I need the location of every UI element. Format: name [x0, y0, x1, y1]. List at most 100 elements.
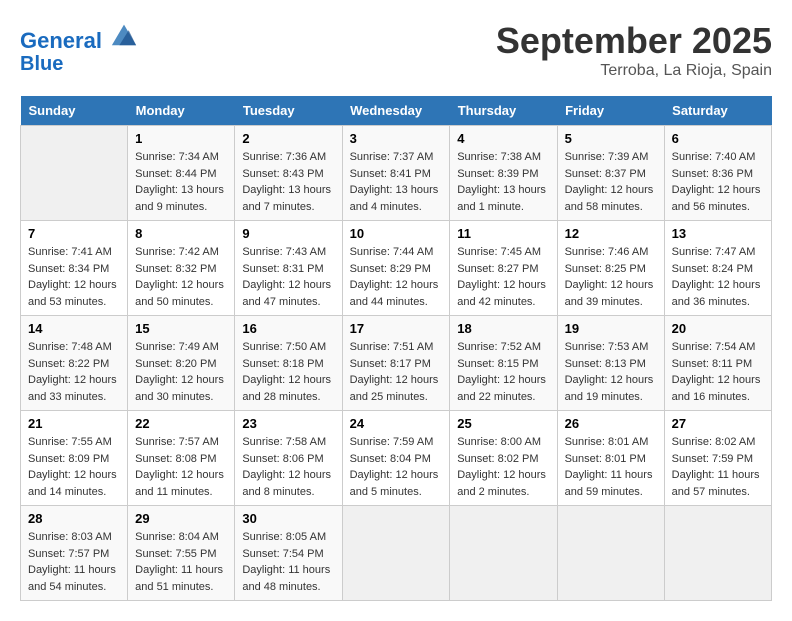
day-number: 27 — [672, 416, 764, 431]
day-info: Sunrise: 8:05 AM Sunset: 7:54 PM Dayligh… — [242, 529, 334, 595]
day-info: Sunrise: 7:51 AM Sunset: 8:17 PM Dayligh… — [350, 339, 443, 405]
day-info: Sunrise: 7:57 AM Sunset: 8:08 PM Dayligh… — [135, 434, 227, 500]
location: Terroba, La Rioja, Spain — [496, 62, 772, 80]
weekday-header-row: SundayMondayTuesdayWednesdayThursdayFrid… — [21, 96, 772, 126]
day-info: Sunrise: 8:03 AM Sunset: 7:57 PM Dayligh… — [28, 529, 120, 595]
calendar-cell: 5Sunrise: 7:39 AM Sunset: 8:37 PM Daylig… — [557, 126, 664, 221]
weekday-header-friday: Friday — [557, 96, 664, 126]
calendar-cell: 12 Sunrise: 7:46 AM Sunset: 8:25 PM Dayli… — [557, 221, 664, 316]
day-info: Sunrise: 7:47 AM Sunset: 8:24 PM Dayligh… — [672, 244, 764, 310]
page-header: General Blue September 2025 Terroba, La … — [20, 20, 772, 80]
day-number: 29 — [135, 511, 227, 526]
calendar-cell — [450, 506, 557, 601]
day-info: Sunrise: 7:36 AM Sunset: 8:43 PM Dayligh… — [242, 149, 334, 215]
day-info: Sunrise: 7:43 AM Sunset: 8:31 PM Dayligh… — [242, 244, 334, 310]
day-number: 18 — [457, 321, 549, 336]
day-info: Sunrise: 7:48 AM Sunset: 8:22 PM Dayligh… — [28, 339, 120, 405]
calendar-cell: 29 Sunrise: 8:04 AM Sunset: 7:55 PM Dayli… — [128, 506, 235, 601]
calendar-cell: 2 Sunrise: 7:36 AM Sunset: 8:43 PM Daylig… — [235, 126, 342, 221]
day-number: 25 — [457, 416, 549, 431]
logo-text: General — [20, 20, 138, 53]
day-number: 16 — [242, 321, 334, 336]
calendar-cell: 3 Sunrise: 7:37 AM Sunset: 8:41 PM Daylig… — [342, 126, 450, 221]
day-number: 23 — [242, 416, 334, 431]
day-number: 1 — [135, 131, 227, 146]
calendar-cell: 4 Sunrise: 7:38 AM Sunset: 8:39 PM Daylig… — [450, 126, 557, 221]
weekday-header-tuesday: Tuesday — [235, 96, 342, 126]
day-number: 22 — [135, 416, 227, 431]
calendar-cell — [557, 506, 664, 601]
calendar-cell: 23 Sunrise: 7:58 AM Sunset: 8:06 PM Dayli… — [235, 411, 342, 506]
calendar-cell: 21 Sunrise: 7:55 AM Sunset: 8:09 PM Dayli… — [21, 411, 128, 506]
day-info: Sunrise: 7:37 AM Sunset: 8:41 PM Dayligh… — [350, 149, 443, 215]
week-row-3: 14 Sunrise: 7:48 AM Sunset: 8:22 PM Dayli… — [21, 316, 772, 411]
day-info: Sunrise: 7:34 AM Sunset: 8:44 PM Dayligh… — [135, 149, 227, 215]
day-number: 14 — [28, 321, 120, 336]
logo: General Blue — [20, 20, 138, 75]
day-info: Sunrise: 7:55 AM Sunset: 8:09 PM Dayligh… — [28, 434, 120, 500]
day-info: Sunrise: 8:01 AM Sunset: 8:01 PM Dayligh… — [565, 434, 657, 500]
day-number: 10 — [350, 226, 443, 241]
day-number: 20 — [672, 321, 764, 336]
calendar-cell: 25 Sunrise: 8:00 AM Sunset: 8:02 PM Dayli… — [450, 411, 557, 506]
day-number: 19 — [565, 321, 657, 336]
day-info: Sunrise: 7:50 AM Sunset: 8:18 PM Dayligh… — [242, 339, 334, 405]
calendar-cell: 10 Sunrise: 7:44 AM Sunset: 8:29 PM Dayli… — [342, 221, 450, 316]
day-number: 13 — [672, 226, 764, 241]
weekday-header-monday: Monday — [128, 96, 235, 126]
weekday-header-thursday: Thursday — [450, 96, 557, 126]
calendar-cell: 7 Sunrise: 7:41 AM Sunset: 8:34 PM Daylig… — [21, 221, 128, 316]
day-number: 12 — [565, 226, 657, 241]
day-info: Sunrise: 7:54 AM Sunset: 8:11 PM Dayligh… — [672, 339, 764, 405]
calendar-cell: 20 Sunrise: 7:54 AM Sunset: 8:11 PM Dayli… — [664, 316, 771, 411]
calendar-cell: 28Sunrise: 8:03 AM Sunset: 7:57 PM Dayli… — [21, 506, 128, 601]
logo-subtext: Blue — [20, 53, 138, 75]
calendar-cell — [664, 506, 771, 601]
calendar-cell: 14 Sunrise: 7:48 AM Sunset: 8:22 PM Dayli… — [21, 316, 128, 411]
day-info: Sunrise: 7:41 AM Sunset: 8:34 PM Dayligh… — [28, 244, 120, 310]
calendar-cell: 16 Sunrise: 7:50 AM Sunset: 8:18 PM Dayli… — [235, 316, 342, 411]
calendar-cell: 17 Sunrise: 7:51 AM Sunset: 8:17 PM Dayli… — [342, 316, 450, 411]
calendar-cell: 6 Sunrise: 7:40 AM Sunset: 8:36 PM Daylig… — [664, 126, 771, 221]
calendar-cell: 9Sunrise: 7:43 AM Sunset: 8:31 PM Daylig… — [235, 221, 342, 316]
calendar-cell: 15Sunrise: 7:49 AM Sunset: 8:20 PM Dayli… — [128, 316, 235, 411]
week-row-4: 21 Sunrise: 7:55 AM Sunset: 8:09 PM Dayli… — [21, 411, 772, 506]
day-number: 8 — [135, 226, 227, 241]
day-number: 24 — [350, 416, 443, 431]
calendar-cell: 27 Sunrise: 8:02 AM Sunset: 7:59 PM Dayli… — [664, 411, 771, 506]
day-info: Sunrise: 7:44 AM Sunset: 8:29 PM Dayligh… — [350, 244, 443, 310]
day-info: Sunrise: 7:40 AM Sunset: 8:36 PM Dayligh… — [672, 149, 764, 215]
day-info: Sunrise: 7:38 AM Sunset: 8:39 PM Dayligh… — [457, 149, 549, 215]
day-info: Sunrise: 7:49 AM Sunset: 8:20 PM Dayligh… — [135, 339, 227, 405]
calendar-cell: 30 Sunrise: 8:05 AM Sunset: 7:54 PM Dayli… — [235, 506, 342, 601]
weekday-header-saturday: Saturday — [664, 96, 771, 126]
day-info: Sunrise: 7:42 AM Sunset: 8:32 PM Dayligh… — [135, 244, 227, 310]
day-number: 3 — [350, 131, 443, 146]
day-number: 7 — [28, 226, 120, 241]
calendar-cell: 18 Sunrise: 7:52 AM Sunset: 8:15 PM Dayli… — [450, 316, 557, 411]
weekday-header-sunday: Sunday — [21, 96, 128, 126]
day-info: Sunrise: 7:45 AM Sunset: 8:27 PM Dayligh… — [457, 244, 549, 310]
day-info: Sunrise: 7:58 AM Sunset: 8:06 PM Dayligh… — [242, 434, 334, 500]
calendar-cell: 13 Sunrise: 7:47 AM Sunset: 8:24 PM Dayli… — [664, 221, 771, 316]
day-info: Sunrise: 7:52 AM Sunset: 8:15 PM Dayligh… — [457, 339, 549, 405]
day-number: 30 — [242, 511, 334, 526]
calendar-cell: 8 Sunrise: 7:42 AM Sunset: 8:32 PM Daylig… — [128, 221, 235, 316]
day-info: Sunrise: 8:04 AM Sunset: 7:55 PM Dayligh… — [135, 529, 227, 595]
weekday-header-wednesday: Wednesday — [342, 96, 450, 126]
calendar-cell: 24Sunrise: 7:59 AM Sunset: 8:04 PM Dayli… — [342, 411, 450, 506]
calendar-table: SundayMondayTuesdayWednesdayThursdayFrid… — [20, 96, 772, 601]
day-info: Sunrise: 8:00 AM Sunset: 8:02 PM Dayligh… — [457, 434, 549, 500]
week-row-5: 28Sunrise: 8:03 AM Sunset: 7:57 PM Dayli… — [21, 506, 772, 601]
day-number: 21 — [28, 416, 120, 431]
day-info: Sunrise: 7:46 AM Sunset: 8:25 PM Dayligh… — [565, 244, 657, 310]
title-block: September 2025 Terroba, La Rioja, Spain — [496, 20, 772, 80]
day-info: Sunrise: 8:02 AM Sunset: 7:59 PM Dayligh… — [672, 434, 764, 500]
day-number: 6 — [672, 131, 764, 146]
day-number: 4 — [457, 131, 549, 146]
calendar-cell: 26Sunrise: 8:01 AM Sunset: 8:01 PM Dayli… — [557, 411, 664, 506]
day-number: 17 — [350, 321, 443, 336]
day-number: 2 — [242, 131, 334, 146]
calendar-cell: 19Sunrise: 7:53 AM Sunset: 8:13 PM Dayli… — [557, 316, 664, 411]
day-info: Sunrise: 7:39 AM Sunset: 8:37 PM Dayligh… — [565, 149, 657, 215]
